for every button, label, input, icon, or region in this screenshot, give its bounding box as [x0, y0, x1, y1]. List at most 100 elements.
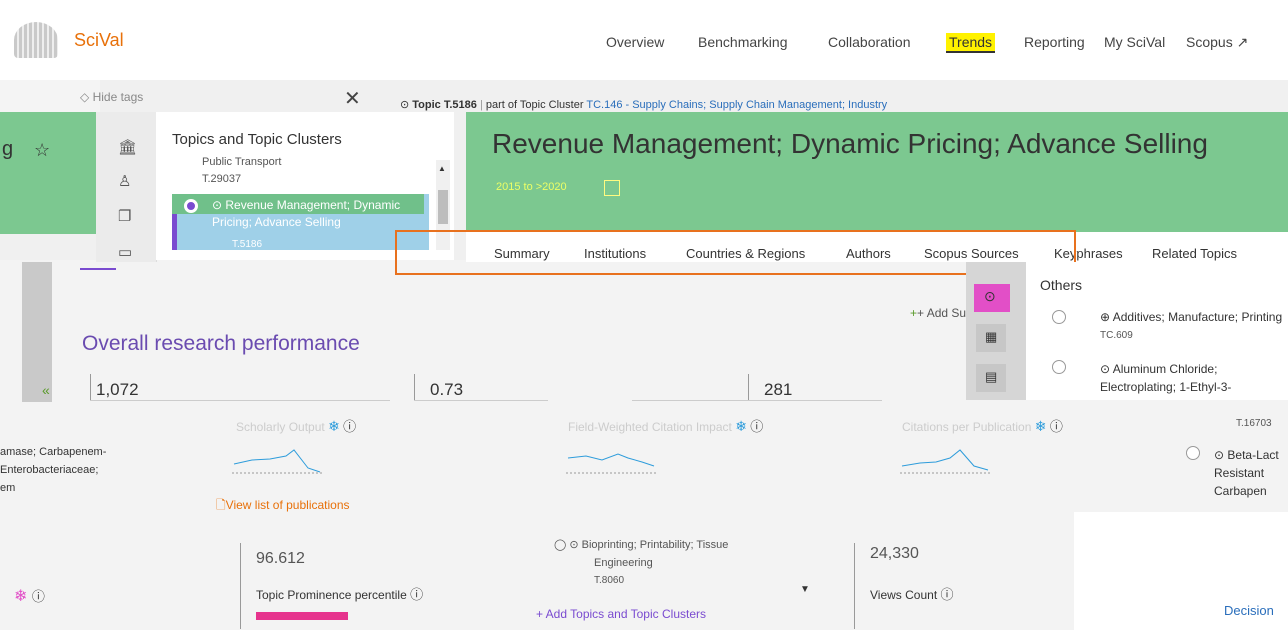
info-icon[interactable]: ⓘ: [750, 419, 763, 434]
metric-label: Scholarly Output ❄ ⓘ: [236, 416, 356, 435]
radio-icon[interactable]: ◯: [554, 539, 569, 551]
metric-underline: [414, 400, 548, 401]
brand-name[interactable]: SciVal: [74, 30, 124, 51]
metric-divider: [854, 543, 855, 629]
citations-value: 281: [764, 380, 793, 399]
metric-underline: [90, 400, 390, 401]
info-icon[interactable]: ⓘ: [343, 419, 356, 434]
caret-down-icon[interactable]: ▼: [800, 584, 810, 595]
scroll-up-icon[interactable]: ▲: [438, 164, 446, 173]
radio-icon[interactable]: [1052, 310, 1066, 324]
add-subject-button[interactable]: ++ Add Su: [910, 306, 966, 320]
prominence-value: 96.612: [256, 550, 305, 567]
collapse-left-icon[interactable]: «: [42, 382, 50, 398]
snowflake-icon[interactable]: ❄: [14, 588, 27, 605]
nav-my-scival[interactable]: My SciVal: [1104, 34, 1165, 50]
info-icon[interactable]: ⓘ: [941, 587, 954, 602]
metric-underline: [748, 400, 882, 401]
nav-overview[interactable]: Overview: [606, 34, 664, 50]
nav-reporting[interactable]: Reporting: [1024, 34, 1085, 50]
decision-link[interactable]: Decision: [1224, 603, 1274, 618]
info-icon[interactable]: ⓘ: [32, 589, 45, 604]
tab-related-topics[interactable]: Related Topics: [1152, 246, 1237, 261]
plus-icon: +: [910, 306, 918, 320]
hide-tags-button[interactable]: ◇ Hide tags: [80, 90, 143, 104]
prominence-bar: [256, 612, 348, 620]
grid-icon: ▦: [985, 329, 998, 344]
snowflake-icon[interactable]: ❄: [328, 418, 340, 434]
selected-item-id: T.5186: [232, 239, 263, 250]
radio-icon[interactable]: [1186, 446, 1200, 460]
star-icon[interactable]: ☆: [34, 140, 50, 161]
cluster-type-button[interactable]: ▦: [976, 324, 1006, 352]
chevron-down-icon[interactable]: [604, 180, 620, 196]
metric-divider: [90, 374, 91, 400]
person-icon[interactable]: ♙: [118, 172, 131, 190]
elsevier-logo[interactable]: [14, 22, 58, 58]
option-id: TC.609: [1100, 330, 1133, 341]
document-icon: ▤: [985, 369, 998, 384]
view-publications-link[interactable]: 🗋View list of publications: [216, 496, 350, 517]
topic-icon: ⊙: [1100, 362, 1113, 376]
active-tab-indicator: [80, 268, 116, 270]
nav-trends[interactable]: Trends: [946, 33, 996, 53]
selected-item-text: Revenue Management; Dynamic Pricing; Adv…: [212, 198, 401, 229]
topics-list-title: Topics and Topic Clusters: [172, 131, 342, 148]
views-count-label-text: Views Count: [870, 588, 938, 602]
scholarly-output-value: 1,072: [96, 380, 139, 399]
partial-topic-text: Enterobacteriaceae;: [0, 464, 99, 476]
list-item-label[interactable]: Public Transport: [202, 156, 281, 168]
info-icon[interactable]: ⓘ: [410, 587, 423, 602]
topic-cluster-link[interactable]: TC.146 - Supply Chains; Supply Chain Man…: [586, 99, 887, 111]
folder-icon[interactable]: ▭: [118, 243, 132, 261]
others-heading: Others: [1040, 277, 1083, 293]
breadcrumb-topic: Topic T.5186: [412, 99, 477, 111]
institution-icon[interactable]: 🏛: [118, 138, 137, 156]
topic-icon: ⊙: [400, 99, 413, 111]
radio-icon[interactable]: [1052, 360, 1066, 374]
topic-icon: ⊙: [569, 539, 582, 551]
nav-scopus[interactable]: Scopus ↗: [1186, 34, 1248, 51]
list-item-id: T.29037: [202, 173, 242, 185]
snowflake-icon[interactable]: ❄: [1035, 418, 1047, 434]
option-label-text: Additives; Manufacture; Printing: [1112, 310, 1283, 324]
topic-icon: ⊙: [212, 198, 226, 212]
page-title: Revenue Management; Dynamic Pricing; Adv…: [492, 128, 1208, 159]
truncated-title-letter: g: [2, 138, 14, 160]
selected-item-label: ⊙ Revenue Management; Dynamic Pricing; A…: [212, 197, 422, 231]
dropdown-option-text: Bioprinting; Printability; Tissue: [581, 539, 729, 551]
sparkline: [566, 453, 656, 474]
document-icon: 🗋: [216, 498, 226, 512]
breadcrumb: ⊙ Topic T.5186 | part of Topic Cluster T…: [400, 99, 888, 111]
document-type-button[interactable]: ▤: [976, 364, 1006, 392]
document-icon[interactable]: ❐: [118, 207, 131, 225]
option-label-text: Aluminum Chloride; Electroplating; 1-Eth…: [1100, 362, 1232, 394]
year-range-selector[interactable]: 2015 to >2020: [496, 181, 567, 193]
option-label[interactable]: ⊙ Aluminum Chloride; Electroplating; 1-E…: [1100, 360, 1280, 396]
section-title: Overall research performance: [82, 332, 360, 355]
metric-label-text: Field-Weighted Citation Impact: [568, 420, 732, 434]
metric-label-text: Citations per Publication: [902, 420, 1032, 434]
dropdown-option-label[interactable]: ◯ ⊙ Bioprinting; Printability; Tissue: [554, 538, 728, 551]
close-icon[interactable]: ✕: [344, 86, 361, 111]
breadcrumb-text: part of Topic Cluster: [485, 99, 584, 111]
nav-benchmarking[interactable]: Benchmarking: [698, 34, 788, 50]
views-count-label: Views Count ⓘ: [870, 584, 954, 603]
info-icon[interactable]: ⓘ: [1050, 419, 1063, 434]
metric-label: Citations per Publication ❄ ⓘ: [902, 416, 1063, 435]
prominence-label-text: Topic Prominence percentile: [256, 588, 407, 602]
partial-topic-text: amase; Carbapenem-: [0, 446, 107, 458]
radio-selected-icon[interactable]: [184, 199, 198, 213]
sparkline: [232, 449, 322, 474]
snowflake-icon[interactable]: ❄: [735, 418, 747, 434]
nav-collaboration[interactable]: Collaboration: [828, 34, 911, 50]
sparkline: [900, 449, 990, 474]
option-label[interactable]: ⊙ Beta-Lact Resistant Carbapen: [1214, 446, 1288, 500]
option-label[interactable]: ⊕ Additives; Manufacture; Printing: [1100, 310, 1282, 324]
left-topic-strip: [0, 112, 100, 234]
option-id: T.16703: [1236, 418, 1272, 429]
scrollbar-thumb[interactable]: [438, 190, 448, 224]
hide-tags-label: Hide tags: [92, 90, 144, 104]
add-topics-button[interactable]: + Add Topics and Topic Clusters: [536, 607, 706, 621]
collapsed-panel-bar[interactable]: [22, 262, 52, 402]
